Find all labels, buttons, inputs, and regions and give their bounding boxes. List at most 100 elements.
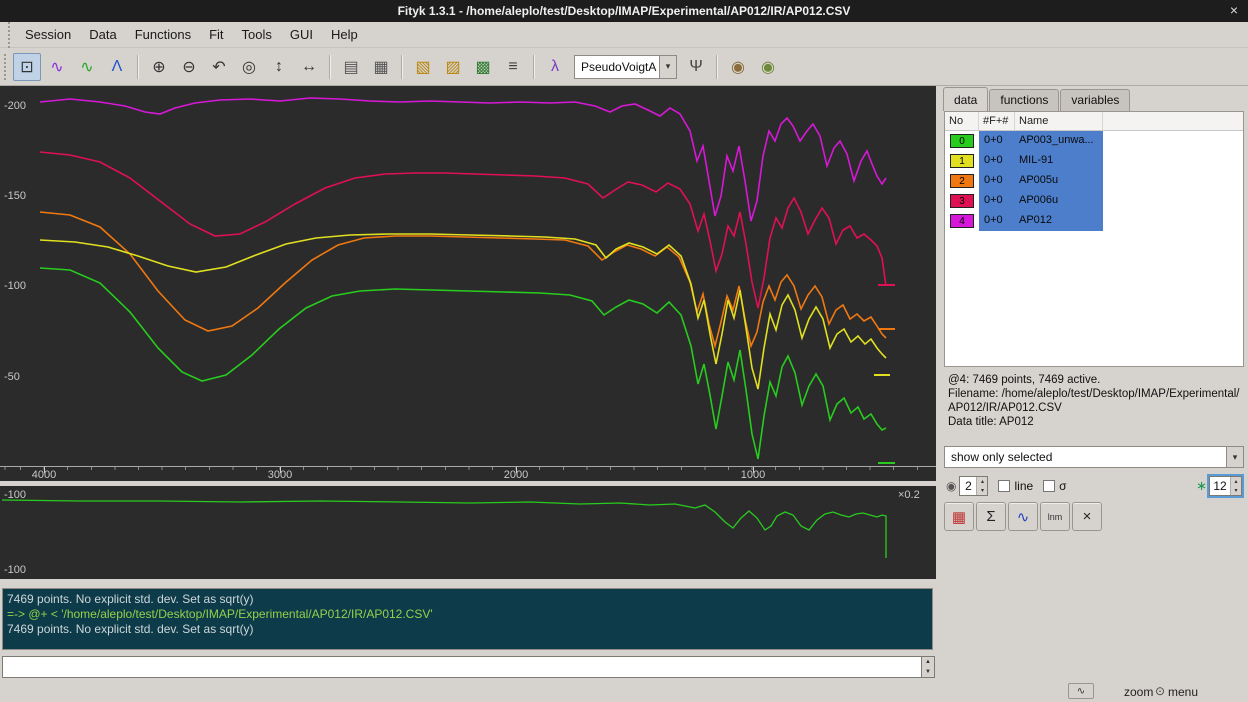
data-transform-icon: λ — [551, 58, 559, 76]
function-plot-button[interactable]: ∿ — [1008, 502, 1038, 531]
menu-session[interactable]: Session — [16, 23, 80, 46]
tab-functions[interactable]: functions — [989, 89, 1059, 111]
open-data-icon: ▧ — [415, 57, 430, 77]
open-data-append-button[interactable]: ▨ — [439, 53, 467, 81]
activate-data-mode-button[interactable]: ∿ — [73, 53, 101, 81]
grid-config-icon: ▦ — [373, 57, 388, 77]
point-size-value: 2 — [960, 477, 976, 495]
data-ops-button[interactable]: ▦ — [944, 502, 974, 531]
curve-ap003 — [40, 268, 886, 459]
col-header-name: Name — [1015, 112, 1103, 130]
auxiliary-plot[interactable]: -100 -100 ×0.2 — [0, 486, 936, 579]
rename-icon: lnm — [1048, 512, 1063, 522]
run-fit-button[interactable]: ◉ — [754, 53, 782, 81]
zoom-horizontal-button[interactable]: ↔ — [295, 53, 323, 81]
export-plot-button[interactable]: ▩ — [469, 53, 497, 81]
command-history-spinner[interactable]: ▲ ▼ — [922, 656, 935, 678]
menu-gui[interactable]: GUI — [281, 23, 322, 46]
zoom-all-icon: ◎ — [242, 57, 256, 77]
dataset-name[interactable]: AP003_unwa... — [1015, 131, 1103, 151]
run-script-button[interactable]: ◉ — [724, 53, 752, 81]
toolbar-separator — [401, 55, 403, 79]
dataset-fpd[interactable]: 0+0 — [979, 191, 1015, 211]
add-peak-draw-mode-icon: ∿ — [50, 57, 63, 77]
auto-add-button[interactable]: Ψ — [682, 53, 710, 81]
sigma-checkbox[interactable] — [1043, 480, 1055, 492]
zoom-vertical-button[interactable]: ↕ — [265, 53, 293, 81]
dataset-fpd[interactable]: 0+0 — [979, 171, 1015, 191]
dataset-name[interactable]: AP012 — [1015, 211, 1103, 231]
dataset-name[interactable]: AP005u — [1015, 171, 1103, 191]
export-plot-icon: ▩ — [475, 57, 490, 77]
dataset-row[interactable]: 3 0+0 AP006u — [945, 191, 1243, 211]
shift-icon: ∗ — [1196, 478, 1207, 494]
zoom-all-button[interactable]: ◎ — [235, 53, 263, 81]
function-type-dropdown[interactable]: PseudoVoigtA ▾ — [574, 55, 677, 79]
dataset-fpd[interactable]: 0+0 — [979, 131, 1015, 151]
settings-button[interactable]: ▤ — [337, 53, 365, 81]
zoom-out-icon: ⊖ — [182, 57, 195, 77]
line-checkbox[interactable] — [998, 480, 1010, 492]
function-plot-icon: ∿ — [1017, 508, 1030, 526]
aux-scale-label: ×0.2 — [898, 489, 920, 501]
point-size-spinner[interactable]: 2 ▴▾ — [959, 476, 988, 496]
chevron-down-icon[interactable]: ▼ — [922, 667, 934, 677]
rename-button[interactable]: lnm — [1040, 502, 1070, 531]
menu-tools[interactable]: Tools — [233, 23, 281, 46]
menu-fit[interactable]: Fit — [200, 23, 232, 46]
menu-functions[interactable]: Functions — [126, 23, 200, 46]
dataset-row[interactable]: 2 0+0 AP005u — [945, 171, 1243, 191]
chevron-up-icon[interactable]: ▲ — [922, 657, 934, 667]
sidebar: data functions variables No #F+# Name 0 … — [941, 86, 1248, 680]
main-plot[interactable]: -200 -150 -100 -50 4000 3000 2000 1000 — [0, 86, 936, 481]
dataset-row[interactable]: 0 0+0 AP003_unwa... — [945, 131, 1243, 151]
aux-y-bottom-label: -100 — [4, 564, 26, 576]
menu-help[interactable]: Help — [322, 23, 367, 46]
dataset-name[interactable]: MIL-91 — [1015, 151, 1103, 171]
zoom-select-mode-button[interactable]: ⊡ — [13, 53, 41, 81]
y-tick-label: -150 — [4, 190, 26, 202]
add-peak-mode-button[interactable]: Λ — [103, 53, 131, 81]
zoom-previous-button[interactable]: ↶ — [205, 53, 233, 81]
menu-data[interactable]: Data — [80, 23, 125, 46]
shift-spinner[interactable]: 12 ▴▾ — [1209, 476, 1242, 496]
delete-button[interactable]: × — [1072, 502, 1102, 531]
add-peak-mode-icon: Λ — [112, 58, 123, 76]
aux-plot-config-button[interactable]: ∿ — [1068, 683, 1094, 699]
edit-data-button[interactable]: ≡ — [499, 53, 527, 81]
toolbar: ⊡ ∿ ∿ Λ ⊕ ⊖ ↶ ◎ ↕↔ ▤ ▦ ▧ ▨ ▩ ≡ λ PseudoVoigtA ▾ Ψ ◉◉ — [0, 48, 1248, 86]
dataset-fpd[interactable]: 0+0 — [979, 151, 1015, 171]
dataset-color-swatch: 4 — [950, 214, 974, 228]
dataset-row[interactable]: 1 0+0 MIL-91 — [945, 151, 1243, 171]
dataset-fpd[interactable]: 0+0 — [979, 211, 1015, 231]
dataset-row[interactable]: 4 0+0 AP012 — [945, 211, 1243, 231]
aux-canvas — [0, 486, 936, 579]
y-tick-label: -50 — [4, 371, 20, 383]
close-window-button[interactable]: × — [1230, 2, 1238, 18]
tab-variables[interactable]: variables — [1060, 89, 1130, 111]
zoom-out-button[interactable]: ⊖ — [175, 53, 203, 81]
sum-button[interactable]: Σ — [976, 502, 1006, 531]
dataset-name[interactable]: AP006u — [1015, 191, 1103, 211]
magnifier-icon: ⊙ — [1155, 684, 1165, 698]
chevron-down-icon: ▾ — [1226, 447, 1243, 467]
grid-config-button[interactable]: ▦ — [367, 53, 395, 81]
command-input[interactable] — [2, 656, 922, 678]
shift-value: 12 — [1210, 477, 1230, 495]
show-filter-dropdown[interactable]: show only selected ▾ — [944, 446, 1244, 468]
zoom-in-button[interactable]: ⊕ — [145, 53, 173, 81]
open-data-button[interactable]: ▧ — [409, 53, 437, 81]
auto-add-icon: Ψ — [689, 58, 702, 76]
add-peak-draw-mode-button[interactable]: ∿ — [43, 53, 71, 81]
curve-ap005u — [40, 212, 886, 346]
x-tick-label: 3000 — [268, 469, 292, 481]
sidebar-action-buttons: ▦Σ ∿ lnm × — [944, 502, 1104, 531]
menu-label[interactable]: menu — [1168, 685, 1198, 699]
line-checkbox-label: line — [1014, 479, 1033, 493]
aux-y-top-label: -100 — [4, 489, 26, 501]
col-header-no: No — [945, 112, 979, 130]
tab-data[interactable]: data — [943, 87, 988, 111]
dataset-table: No #F+# Name 0 0+0 AP003_unwa... 1 0+0 M… — [944, 111, 1244, 367]
zoom-label[interactable]: zoom — [1124, 685, 1153, 699]
data-transform-button[interactable]: λ — [541, 53, 569, 81]
